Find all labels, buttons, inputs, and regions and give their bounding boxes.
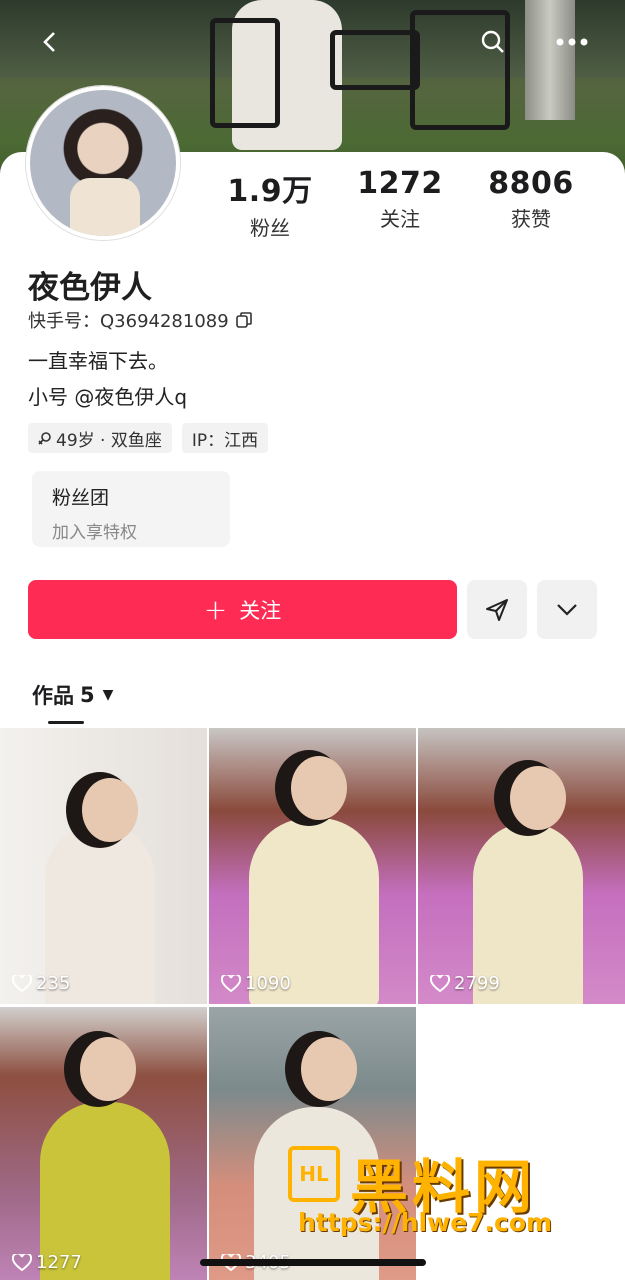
- ip-tag: IP：江西: [181, 423, 269, 453]
- stat-label: 关注: [380, 207, 420, 231]
- stat-label: 粉丝: [250, 216, 290, 240]
- tab-underline: [48, 721, 84, 724]
- tab-works[interactable]: 作品 5 ▼: [32, 680, 113, 710]
- age-tag: 49岁 · 双鱼座: [28, 423, 172, 453]
- chevron-down-icon: [557, 603, 577, 616]
- bio-line: 一直幸福下去。: [28, 349, 168, 373]
- follow-label: 关注: [239, 598, 282, 623]
- more-options-button[interactable]: [537, 580, 597, 639]
- stat-value: 1.9万: [227, 174, 313, 209]
- profile-tags: 49岁 · 双鱼座 IP：江西: [28, 423, 269, 453]
- fan-club-subtitle: 加入享特权: [52, 523, 137, 543]
- copy-icon[interactable]: [235, 311, 253, 329]
- home-indicator[interactable]: [200, 1259, 426, 1266]
- stat-value: 1272: [357, 166, 443, 201]
- heart-icon: [221, 974, 241, 992]
- age-tag-label: 49岁 · 双鱼座: [56, 430, 162, 451]
- heart-icon: [12, 1253, 32, 1271]
- caret-down-icon: ▼: [102, 687, 114, 703]
- like-count: 235: [12, 973, 70, 994]
- work-thumbnail[interactable]: 1277: [0, 1007, 207, 1280]
- watermark: HL 黑料网 https://hlwe7.com: [288, 1140, 588, 1240]
- heart-icon: [12, 974, 32, 992]
- bio: 一直幸福下去。 小号 @夜色伊人q: [28, 343, 187, 415]
- stat-followers[interactable]: 1.9万 粉丝: [210, 166, 330, 241]
- more-button[interactable]: [550, 20, 594, 64]
- work-thumbnail[interactable]: 235: [0, 728, 207, 1004]
- stat-label: 获赞: [511, 207, 551, 231]
- more-dots-icon: [556, 38, 588, 46]
- user-id: 快手号：Q3694281089: [28, 311, 229, 332]
- stat-likes[interactable]: 8806 获赞: [471, 166, 591, 232]
- bio-line[interactable]: 小号 @夜色伊人q: [28, 379, 187, 415]
- search-button[interactable]: [471, 20, 515, 64]
- stat-following[interactable]: 1272 关注: [340, 166, 460, 232]
- like-count-value: 1090: [245, 973, 291, 994]
- plus-icon: +: [203, 592, 228, 626]
- avatar[interactable]: [26, 86, 180, 240]
- like-count: 2799: [430, 973, 500, 994]
- ip-tag-label: IP：江西: [191, 430, 259, 451]
- like-count-value: 2799: [454, 973, 500, 994]
- like-count: 1277: [12, 1252, 82, 1273]
- send-icon: [486, 598, 508, 621]
- like-count: 1090: [221, 973, 291, 994]
- watermark-url: https://hlwe7.com: [298, 1208, 553, 1237]
- user-id-row: 快手号：Q3694281089: [28, 307, 253, 333]
- female-icon: [38, 432, 51, 445]
- profile-name: 夜色伊人: [28, 270, 152, 306]
- like-count-value: 235: [36, 973, 71, 994]
- fan-club-title: 粉丝团: [52, 487, 110, 509]
- follow-button[interactable]: + 关注: [28, 580, 457, 639]
- like-count-value: 1277: [36, 1252, 82, 1273]
- fan-club-card[interactable]: 粉丝团 加入享特权: [32, 471, 230, 547]
- tab-works-label: 作品: [32, 684, 74, 708]
- watermark-logo: HL: [288, 1146, 340, 1202]
- work-thumbnail[interactable]: 2799: [418, 728, 625, 1004]
- work-thumbnail[interactable]: 1090: [209, 728, 416, 1004]
- share-button[interactable]: [467, 580, 527, 639]
- tab-works-count: 5: [80, 683, 95, 707]
- stat-value: 8806: [488, 166, 574, 201]
- heart-icon: [430, 974, 450, 992]
- back-button[interactable]: [28, 20, 72, 64]
- search-icon: [481, 30, 504, 53]
- chevron-left-icon: [43, 32, 55, 52]
